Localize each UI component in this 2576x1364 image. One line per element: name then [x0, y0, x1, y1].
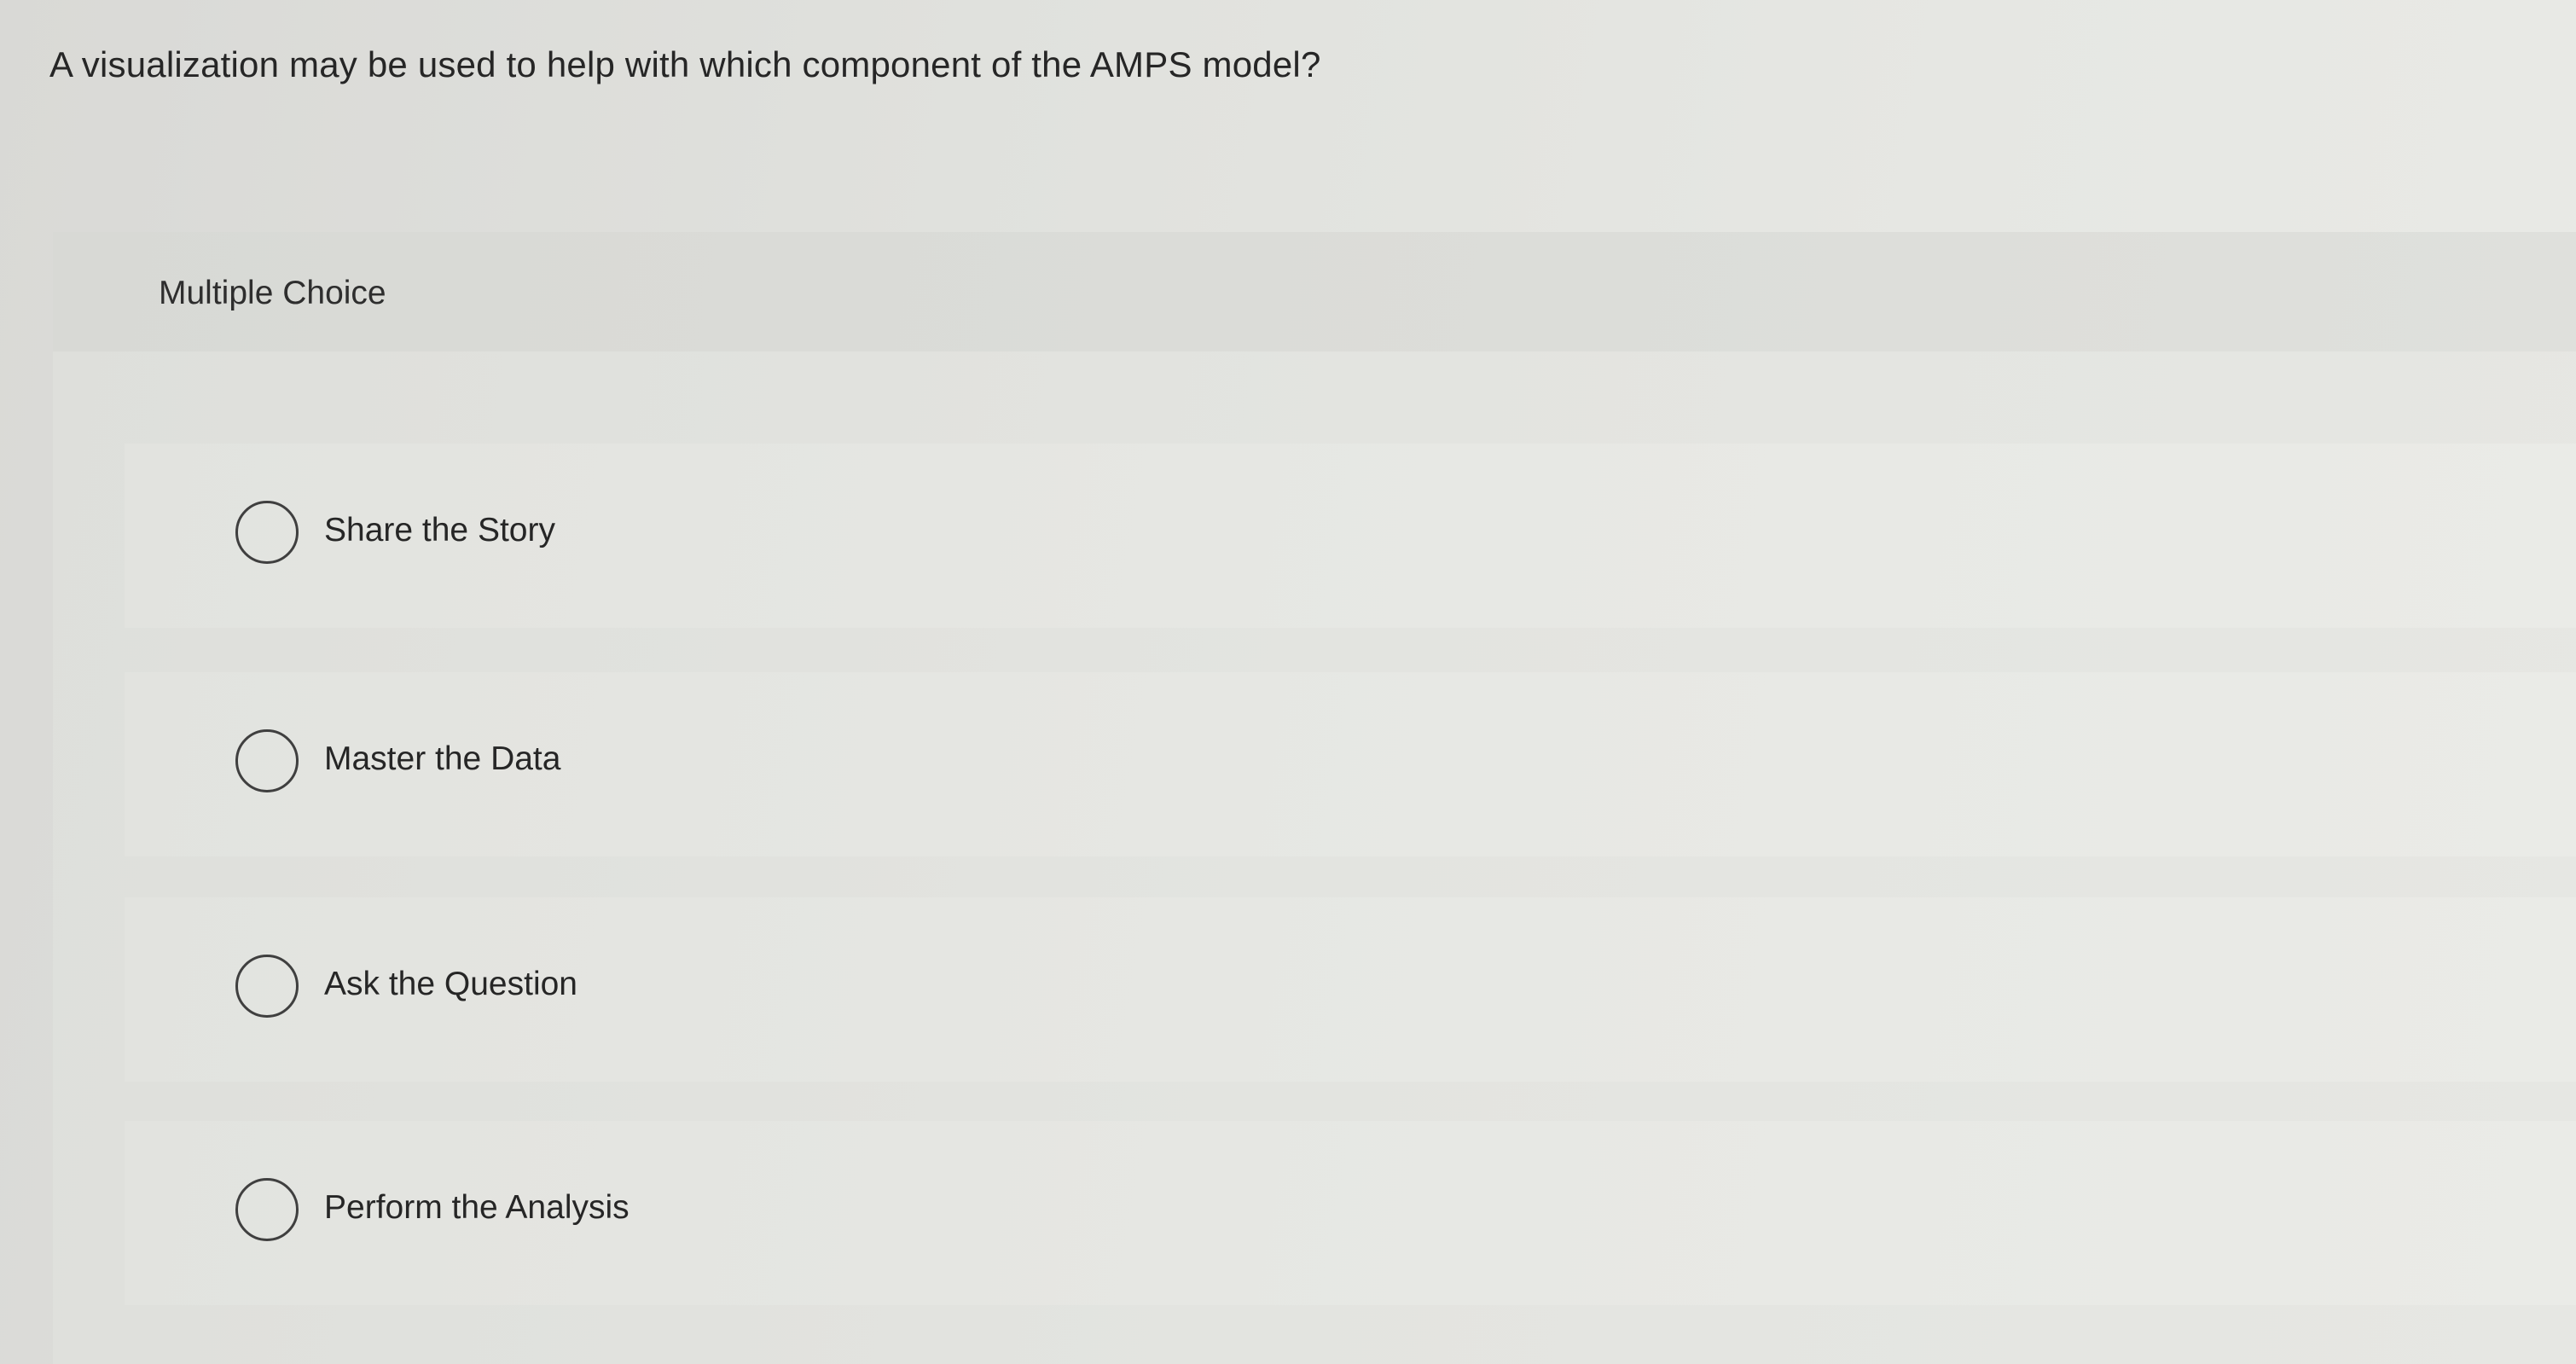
multiple-choice-panel: Multiple Choice Share the Story Master t… — [53, 232, 2576, 1364]
radio-button-icon[interactable] — [235, 501, 299, 564]
answer-option-share-the-story[interactable]: Share the Story — [125, 444, 2576, 628]
answer-option-ask-the-question[interactable]: Ask the Question — [125, 897, 2576, 1082]
answer-option-label: Share the Story — [324, 512, 555, 549]
radio-button-icon[interactable] — [235, 955, 299, 1018]
answer-option-label: Ask the Question — [324, 966, 577, 1002]
radio-button-icon[interactable] — [235, 1178, 299, 1241]
multiple-choice-header: Multiple Choice — [53, 232, 2576, 351]
answer-option-master-the-data[interactable]: Master the Data — [125, 672, 2576, 856]
answer-option-label: Perform the Analysis — [324, 1189, 629, 1226]
question-text: A visualization may be used to help with… — [49, 44, 1321, 84]
answer-option-perform-the-analysis[interactable]: Perform the Analysis — [125, 1121, 2576, 1305]
answer-option-label: Master the Data — [324, 740, 561, 777]
multiple-choice-label: Multiple Choice — [159, 275, 386, 311]
radio-button-icon[interactable] — [235, 729, 299, 792]
